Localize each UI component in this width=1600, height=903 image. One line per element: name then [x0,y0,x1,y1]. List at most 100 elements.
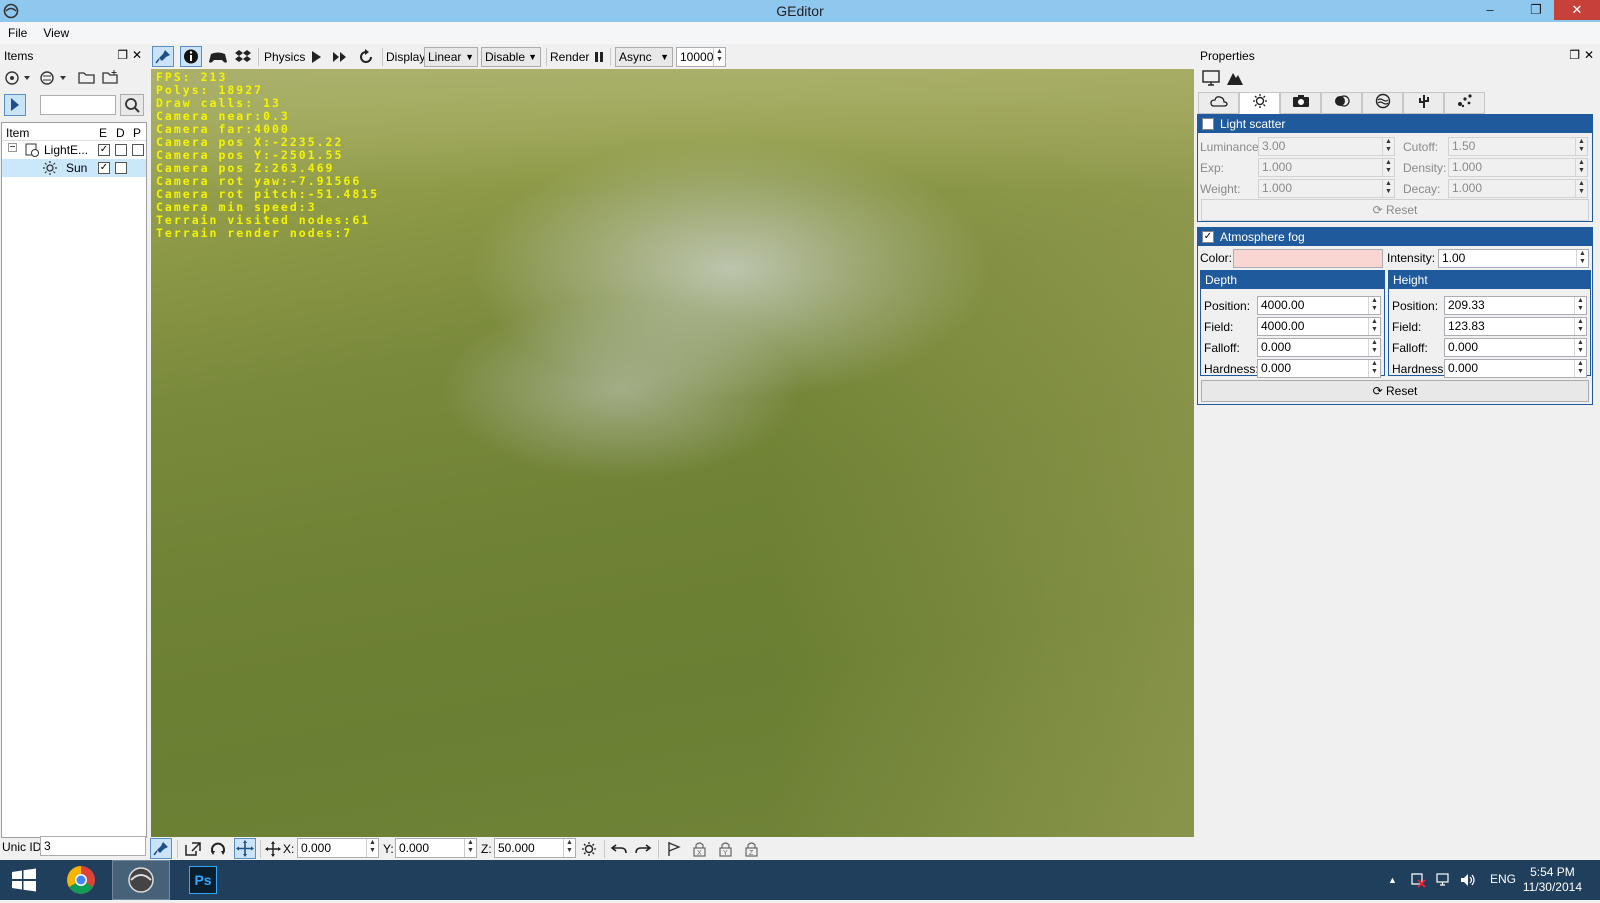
spin-arrows-icon[interactable]: ▲ ▼ [1368,360,1380,377]
items-search-input[interactable] [40,95,116,115]
network-icon[interactable] [1436,872,1452,888]
lock-y-icon[interactable]: Y [718,841,734,857]
tab-sky[interactable] [1198,92,1239,114]
tree-row-light-env[interactable]: − LightE... ✓ [2,141,146,159]
spin-arrows-icon[interactable]: ▲ ▼ [1368,297,1380,314]
y-field[interactable]: 0.000 ▲ ▼ [395,838,477,858]
close-button[interactable]: ✕ [1554,0,1600,20]
undock-icon[interactable]: ❐ [117,48,128,62]
spin-arrows-icon[interactable]: ▲ ▼ [1382,180,1394,197]
height-hardness-field[interactable]: 0.000 ▲ ▼ [1444,359,1587,378]
open-folder-icon[interactable] [78,69,96,85]
unic-id-field[interactable]: 3 [40,836,146,856]
search-button[interactable] [120,94,144,116]
dropbox-icon[interactable] [234,48,252,66]
new-folder-icon[interactable] [102,69,120,85]
monitor-icon[interactable] [1202,70,1220,86]
height-falloff-field[interactable]: 0.000 ▲ ▼ [1444,338,1587,357]
language-indicator[interactable]: ENG [1490,872,1516,886]
pin-button[interactable] [152,46,174,67]
minimize-button[interactable]: – [1476,0,1504,20]
spin-arrows-icon[interactable]: ▲ ▼ [1368,339,1380,356]
lock-z-icon[interactable]: Z [744,841,760,857]
display-select[interactable]: Linear ▼ [424,47,478,67]
count-spinbox[interactable]: 10000 ▲ ▼ [676,47,726,67]
depth-hardness-field[interactable]: 0.000 ▲ ▼ [1257,359,1381,378]
tab-material[interactable] [1321,92,1362,114]
p-checkbox[interactable] [132,144,144,156]
intensity-field[interactable]: 1.00 ▲ ▼ [1438,249,1589,268]
spin-arrows-icon[interactable]: ▲ ▼ [563,839,575,857]
light-scatter-reset-button[interactable]: ⟳ Reset [1201,199,1589,221]
x-field[interactable]: 0.000 ▲ ▼ [297,838,379,858]
move-tool-button[interactable] [234,838,256,859]
undo-icon[interactable] [610,841,628,857]
density-field[interactable]: 1.000 ▲ ▼ [1448,158,1588,177]
atmosphere-fog-checkbox[interactable]: ✓ [1202,231,1214,243]
height-field-field[interactable]: 123.83 ▲ ▼ [1444,317,1587,336]
tab-water[interactable] [1362,92,1403,114]
terrain-icon[interactable] [1226,69,1244,87]
luminance-field[interactable]: 3.00 ▲ ▼ [1258,137,1395,156]
depth-field-field[interactable]: 4000.00 ▲ ▼ [1257,317,1381,336]
add-object-icon[interactable] [38,70,68,86]
spin-arrows-icon[interactable]: ▲ ▼ [1574,339,1586,356]
disable-select[interactable]: Disable ▼ [481,47,541,67]
enabled-checkbox[interactable]: ✓ [98,162,110,174]
play-icon[interactable] [310,50,322,64]
chrome-taskbar-item[interactable] [52,860,110,900]
spin-arrows-icon[interactable]: ▲ ▼ [464,839,476,857]
3d-viewport[interactable]: FPS: 213 Polys: 18927 Draw calls: 13 Cam… [151,69,1194,837]
cutoff-field[interactable]: 1.50 ▲ ▼ [1448,137,1588,156]
weight-field[interactable]: 1.000 ▲ ▼ [1258,179,1395,198]
tab-camera[interactable] [1280,92,1321,114]
spin-arrows-icon[interactable]: ▲ ▼ [1575,159,1587,176]
spin-arrows-icon[interactable]: ▲ ▼ [1382,138,1394,155]
snap-settings-icon[interactable] [580,841,598,857]
lock-x-icon[interactable]: X [692,841,708,857]
spin-arrows-icon[interactable]: ▲ ▼ [1576,250,1588,267]
exp-field[interactable]: 1.000 ▲ ▼ [1258,158,1395,177]
tab-particles[interactable] [1444,92,1485,114]
spin-arrows-icon[interactable]: ▲ ▼ [366,839,378,857]
undock-icon[interactable]: ❐ [1569,48,1580,62]
async-select[interactable]: Async ▼ [615,47,673,67]
info-button[interactable] [180,46,202,67]
height-position-field[interactable]: 209.33 ▲ ▼ [1444,296,1587,315]
spin-arrows-icon[interactable]: ▲ ▼ [1575,180,1587,197]
d-checkbox[interactable] [115,144,127,156]
light-scatter-checkbox[interactable] [1202,118,1214,130]
reset-icon[interactable] [357,48,375,66]
geditor-taskbar-item[interactable] [112,860,170,900]
redo-icon[interactable] [634,841,652,857]
panel-close-icon[interactable]: ✕ [1584,48,1594,62]
start-button[interactable] [0,860,48,900]
z-field[interactable]: 50.000 ▲ ▼ [494,838,576,858]
panel-close-icon[interactable]: ✕ [132,48,142,62]
gamepad-icon[interactable] [208,49,228,65]
flag-icon[interactable] [666,841,682,857]
action-center-icon[interactable] [1410,872,1426,888]
spin-arrows-icon[interactable]: ▲ ▼ [1382,159,1394,176]
tree-row-sun[interactable]: Sun ✓ [2,159,146,177]
tray-expand-icon[interactable]: ▲ [1388,875,1397,885]
external-link-icon[interactable] [184,841,202,857]
enabled-checkbox[interactable]: ✓ [98,144,110,156]
rotate-icon[interactable] [209,841,227,857]
volume-icon[interactable] [1460,872,1476,888]
photoshop-taskbar-item[interactable]: Ps [174,860,232,900]
fast-forward-icon[interactable] [332,50,348,64]
pin-button[interactable] [150,838,172,859]
depth-falloff-field[interactable]: 0.000 ▲ ▼ [1257,338,1381,357]
decay-field[interactable]: 1.000 ▲ ▼ [1448,179,1588,198]
spin-arrows-icon[interactable]: ▲ ▼ [1575,138,1587,155]
fog-color-swatch[interactable] [1233,249,1383,268]
pause-icon[interactable] [594,51,604,63]
clock[interactable]: 5:54 PM 11/30/2014 [1523,865,1582,895]
d-checkbox[interactable] [115,162,127,174]
spin-arrows-icon[interactable]: ▲ ▼ [713,48,725,66]
spin-arrows-icon[interactable]: ▲ ▼ [1574,297,1586,314]
spin-arrows-icon[interactable]: ▲ ▼ [1574,318,1586,335]
menu-file[interactable]: File [0,22,35,40]
select-tool-button[interactable] [4,94,26,116]
